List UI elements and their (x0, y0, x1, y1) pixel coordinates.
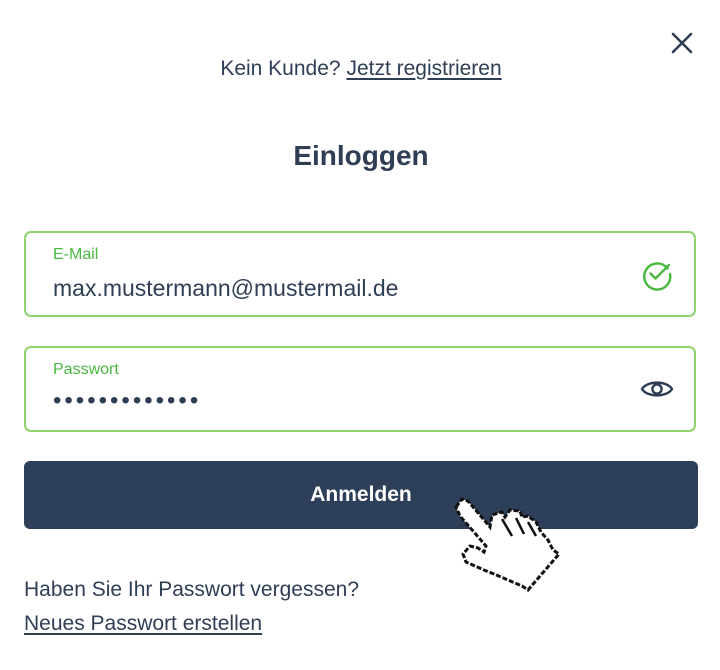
email-field[interactable]: E-Mail max.mustermann@mustermail.de (24, 231, 696, 317)
password-input[interactable]: ••••••••••••• (53, 386, 201, 416)
register-prompt: Kein Kunde? Jetzt registrieren (0, 55, 720, 83)
register-prompt-text: Kein Kunde? (220, 57, 341, 80)
page-title: Einloggen (293, 140, 429, 171)
check-circle-icon (640, 257, 674, 291)
password-field[interactable]: Passwort ••••••••••••• (24, 346, 696, 432)
new-password-link[interactable]: Neues Passwort erstellen (24, 610, 262, 638)
email-label: E-Mail (53, 246, 99, 263)
login-button[interactable]: Anmelden (24, 461, 698, 529)
register-link[interactable]: Jetzt registrieren (346, 57, 501, 80)
email-input[interactable]: max.mustermann@mustermail.de (53, 273, 398, 303)
password-label: Passwort (53, 361, 119, 378)
forgot-password-question: Haben Sie Ihr Passwort vergessen? (24, 578, 360, 601)
eye-icon[interactable] (640, 372, 674, 406)
